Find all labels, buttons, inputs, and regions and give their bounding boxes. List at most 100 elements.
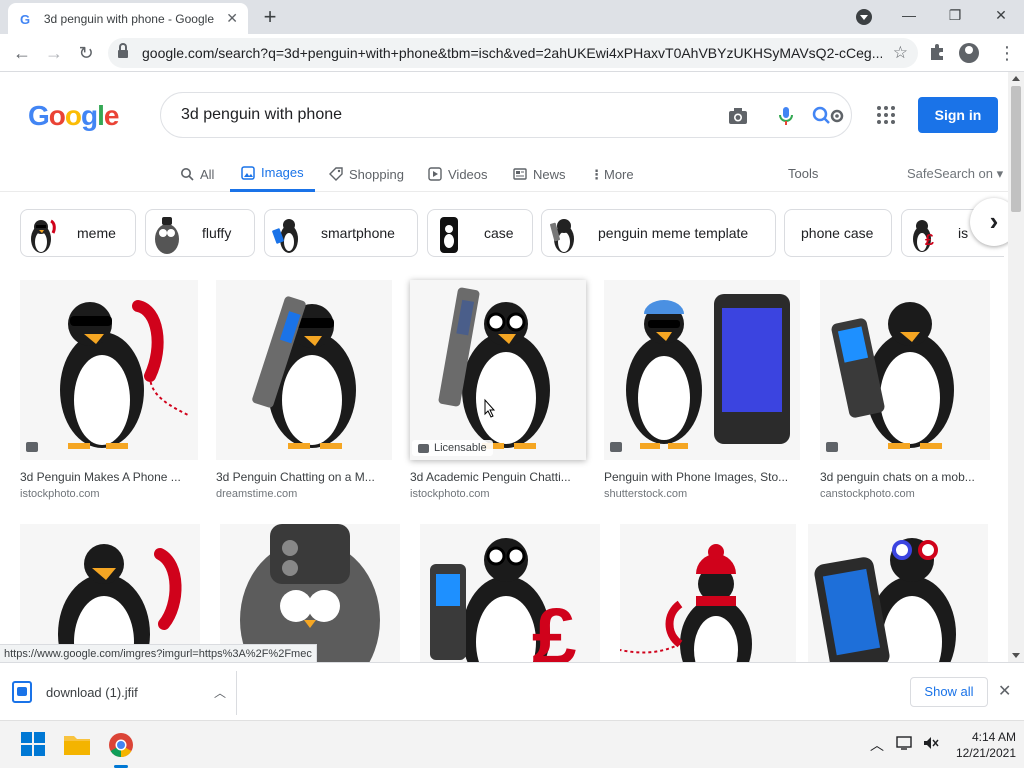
tab-close-icon[interactable]: ✕ — [226, 10, 238, 27]
forward-arrow-icon[interactable]: → — [42, 41, 66, 65]
tab-label: News — [533, 166, 566, 182]
back-arrow-icon[interactable]: ← — [10, 41, 34, 65]
result-image[interactable]: Licensable — [410, 280, 586, 460]
image-result[interactable]: Penguin with Phone Images, Sto... shutte… — [604, 280, 800, 500]
tray-chevron-up-icon[interactable]: ︿ — [870, 735, 884, 755]
result-source[interactable]: shutterstock.com — [604, 488, 800, 500]
result-title[interactable]: 3d Penguin Chatting on a M... — [216, 470, 392, 484]
url-text[interactable]: google.com/search?q=3d+penguin+with+phon… — [142, 45, 882, 61]
page-scrollbar[interactable] — [1008, 72, 1024, 662]
result-image[interactable] — [820, 280, 990, 460]
tab-all[interactable]: All — [180, 156, 214, 192]
new-tab-button[interactable]: + — [258, 6, 282, 30]
minimize-button[interactable]: — — [896, 4, 922, 26]
image-icon — [241, 165, 255, 180]
scrollbar-thumb[interactable] — [1011, 86, 1021, 212]
result-title[interactable]: Penguin with Phone Images, Sto... — [604, 470, 800, 484]
browser-tab[interactable]: G 3d penguin with phone - Google ✕ — [8, 3, 248, 34]
search-settings-icon[interactable] — [811, 105, 847, 127]
browser-menu-icon[interactable]: ⋮ — [998, 42, 1016, 64]
tab-label: Videos — [448, 166, 488, 182]
tag-icon — [329, 167, 343, 181]
result-source[interactable]: istockphoto.com — [20, 488, 198, 500]
scroll-down-arrow-icon[interactable] — [1012, 653, 1020, 658]
more-vert-icon: ⋮ — [590, 167, 603, 182]
result-image[interactable] — [20, 524, 200, 662]
chevron-up-icon[interactable]: ︿ — [214, 684, 226, 701]
camera-icon[interactable] — [727, 105, 749, 127]
windows-taskbar: ︿ 4:14 AM 12/21/2021 — [0, 720, 1024, 768]
result-image[interactable] — [604, 280, 800, 460]
result-source[interactable]: istockphoto.com — [410, 488, 586, 500]
related-search-chips: meme fluffy smartphone case penguin meme… — [20, 209, 1004, 257]
chip-smartphone[interactable]: smartphone — [264, 209, 418, 257]
chip-phone-case[interactable]: phone case — [784, 209, 892, 257]
search-icon — [180, 167, 194, 181]
image-result[interactable]: 3d penguin chats on a mob... canstockpho… — [820, 280, 990, 500]
volume-muted-icon[interactable] — [922, 735, 940, 754]
result-image[interactable] — [620, 524, 796, 662]
windows-start-icon[interactable] — [20, 731, 48, 759]
result-image[interactable] — [808, 524, 988, 662]
result-title[interactable]: 3d Academic Penguin Chatti... — [410, 470, 586, 484]
file-explorer-icon[interactable] — [63, 731, 91, 759]
google-logo[interactable]: Google — [28, 100, 119, 132]
svg-text:G: G — [20, 12, 30, 26]
chip-case[interactable]: case — [427, 209, 533, 257]
system-clock[interactable]: 4:14 AM 12/21/2021 — [946, 729, 1016, 761]
tab-shopping[interactable]: Shopping — [329, 156, 404, 192]
image-badge-icon — [610, 442, 622, 452]
logo-letter: g — [81, 100, 98, 131]
clock-time: 4:14 AM — [971, 730, 1016, 744]
chip-penguin-meme-template[interactable]: penguin meme template — [541, 209, 776, 257]
tab-title: 3d penguin with phone - Google — [43, 11, 214, 26]
safesearch-toggle[interactable]: SafeSearch on ▾ — [907, 156, 1003, 192]
microphone-icon[interactable] — [775, 105, 797, 127]
tab-images[interactable]: Images — [230, 156, 315, 192]
divider — [236, 671, 237, 715]
scroll-up-arrow-icon[interactable] — [1012, 76, 1020, 81]
image-result[interactable]: 3d Penguin Chatting on a M... dreamstime… — [216, 280, 392, 500]
network-icon[interactable] — [896, 735, 914, 754]
close-window-button[interactable]: ✕ — [988, 4, 1014, 26]
result-title[interactable]: 3d penguin chats on a mob... — [820, 470, 990, 484]
tab-search-icon[interactable] — [856, 9, 872, 25]
tab-strip: G 3d penguin with phone - Google ✕ + — ❐… — [0, 0, 1024, 34]
download-file-name[interactable]: download (1).jfif — [46, 685, 214, 700]
tab-more[interactable]: ⋮ More — [590, 156, 634, 192]
result-image[interactable] — [20, 280, 198, 460]
address-bar[interactable]: google.com/search?q=3d+penguin+with+phon… — [108, 38, 918, 68]
apps-grid-icon[interactable] — [877, 106, 895, 124]
download-item[interactable]: download (1).jfif ︿ — [12, 675, 234, 709]
chip-fluffy[interactable]: fluffy — [145, 209, 255, 257]
tools-button[interactable]: Tools — [788, 156, 818, 192]
search-box[interactable]: 3d penguin with phone — [160, 92, 852, 138]
image-result[interactable]: 3d Penguin Makes A Phone ... istockphoto… — [20, 280, 198, 500]
chip-meme[interactable]: meme — [20, 209, 136, 257]
tab-label: More — [604, 166, 634, 182]
restore-button[interactable]: ❐ — [942, 4, 968, 26]
chip-label: fluffy — [202, 225, 232, 241]
news-icon — [513, 167, 527, 181]
result-source[interactable]: canstockphoto.com — [820, 488, 990, 500]
extensions-puzzle-icon[interactable] — [927, 42, 949, 64]
tab-videos[interactable]: Videos — [428, 156, 488, 192]
result-image[interactable] — [216, 280, 392, 460]
result-source[interactable]: dreamstime.com — [216, 488, 392, 500]
reload-icon[interactable]: ↻ — [74, 41, 98, 65]
profile-avatar-icon[interactable] — [959, 43, 979, 63]
bookmark-star-icon[interactable]: ☆ — [893, 43, 908, 63]
chip-label: case — [484, 225, 514, 241]
logo-letter: o — [48, 100, 66, 131]
result-title[interactable]: 3d Penguin Makes A Phone ... — [20, 470, 198, 484]
chrome-icon[interactable] — [107, 731, 135, 759]
tab-news[interactable]: News — [513, 156, 566, 192]
sign-in-button[interactable]: Sign in — [918, 97, 998, 133]
show-all-button[interactable]: Show all — [910, 677, 988, 707]
tab-label: All — [200, 166, 215, 182]
search-input[interactable]: 3d penguin with phone — [181, 106, 342, 124]
close-icon[interactable]: ✕ — [998, 681, 1011, 701]
result-image[interactable]: £ — [420, 524, 600, 662]
image-result[interactable]: Licensable 3d Academic Penguin Chatti...… — [410, 280, 586, 500]
result-image[interactable] — [220, 524, 400, 662]
